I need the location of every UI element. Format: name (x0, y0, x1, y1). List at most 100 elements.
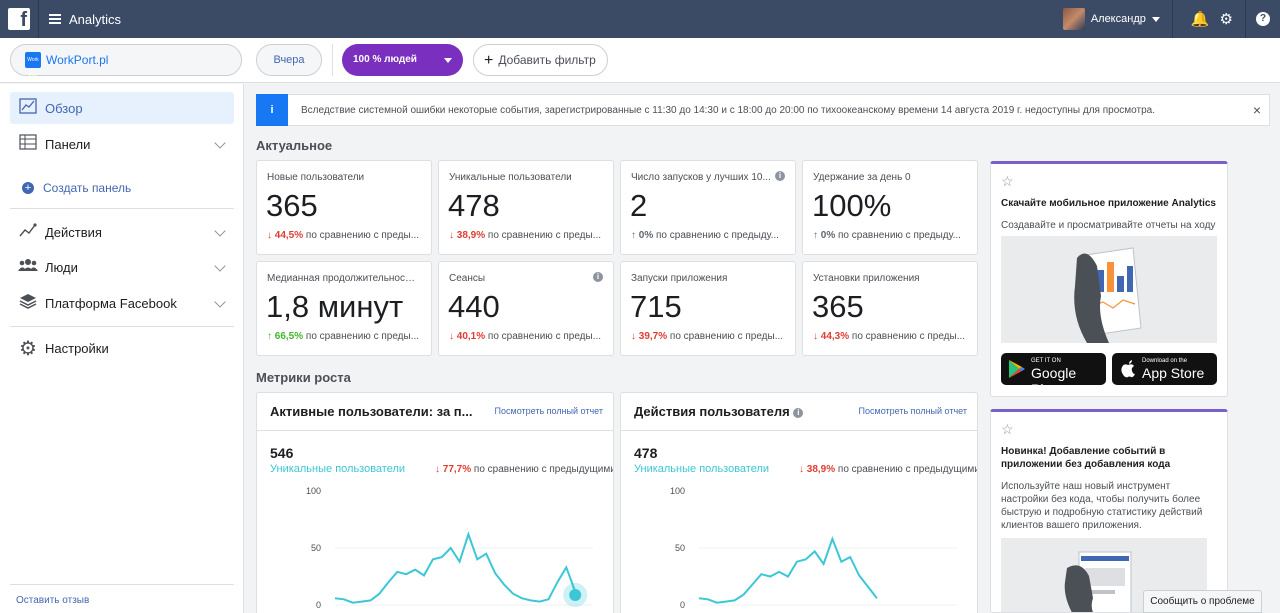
growth-section-title: Метрики роста (256, 370, 351, 385)
metric-card[interactable]: Сеансы i 440 ↓ 40,1% по сравнению с преды..… (438, 261, 614, 356)
metric-card[interactable]: Удержание за день 0 100% ↑ 0% по сравнению… (802, 160, 978, 255)
chart-delta-text: по сравнению с предыдущими (473, 464, 614, 475)
gear-icon[interactable]: ⚙ (1220, 10, 1233, 28)
chart-title: Активные пользователи: за п... (270, 404, 473, 419)
filter-divider (332, 44, 333, 76)
actions-icon (18, 222, 38, 242)
people-icon (18, 258, 38, 276)
sidebar-item-people[interactable]: Люди (10, 251, 234, 283)
gear-icon: ⚙ (19, 337, 37, 360)
avatar[interactable] (1062, 8, 1085, 30)
sidebar-item-actions[interactable]: Действия (10, 216, 234, 248)
metric-delta-value: 66,5% (274, 331, 304, 342)
chart-delta-text: по сравнению с предыдущими (837, 464, 978, 475)
sidebar-item-label: Платформа Facebook (45, 295, 177, 311)
topbar-divider (1171, 0, 1173, 38)
app-store-small: Download on the (1142, 358, 1188, 364)
metric-delta-text: по сравнению с преды... (487, 230, 602, 241)
chart-divider (257, 430, 613, 431)
topbar-divider (38, 0, 39, 38)
bell-icon[interactable]: 🔔 (1191, 10, 1210, 28)
chart-card-active-users: Активные пользователи: за п... Посмотрет… (256, 392, 614, 613)
chevron-down-icon[interactable] (214, 225, 226, 237)
date-range-button[interactable]: Вчера (256, 44, 322, 76)
create-panel-link[interactable]: + Создать панель (22, 181, 131, 195)
view-full-report-link[interactable]: Посмотреть полный отчет (859, 406, 967, 416)
sidebar: Обзор Панели + Создать панель Действия Лю… (0, 84, 244, 613)
topbar-divider (1245, 0, 1246, 38)
info-icon[interactable]: i (793, 408, 804, 418)
metric-value: 1,8 минут (266, 289, 404, 324)
metric-delta-value: 44,3% (820, 331, 850, 342)
help-icon[interactable]: ? (1256, 12, 1270, 26)
app-store-button[interactable]: Download on the App Store (1112, 353, 1217, 385)
sidebar-divider (10, 326, 234, 327)
metric-label: Новые пользователи (267, 172, 365, 183)
layers-icon (18, 293, 38, 313)
line-chart: 100 50 0 (670, 486, 957, 610)
chevron-down-icon[interactable] (214, 137, 226, 149)
metric-card[interactable]: Уникальные пользователи 478 ↓ 38,9% по сра… (438, 160, 614, 255)
star-icon[interactable]: ☆ (1001, 173, 1014, 190)
close-icon[interactable]: × (1253, 102, 1261, 118)
sidebar-divider (10, 208, 234, 209)
app-store-label: App Store (1142, 365, 1205, 381)
promo-card-mobile-app: ☆ Скачайте мобильное приложение Analytic… (990, 161, 1228, 397)
metric-delta: ↑ 0% по сравнению с предыду... (813, 230, 961, 241)
y-tick-label: 0 (680, 600, 685, 610)
metric-delta: ↓ 44,5% по сравнению с преды... (267, 230, 420, 241)
sidebar-item-facebook-platform[interactable]: Платформа Facebook (10, 287, 234, 319)
chart-number: 546 (270, 445, 294, 461)
info-icon[interactable]: i (775, 171, 785, 181)
app-title: Analytics (69, 11, 122, 27)
user-name[interactable]: Александр (1091, 13, 1146, 25)
add-filter-button[interactable]: + Добавить фильтр (473, 44, 608, 76)
y-tick-label: 0 (316, 600, 321, 610)
chart-delta-value: 38,9% (806, 464, 836, 475)
y-tick-label: 50 (311, 543, 321, 553)
metric-delta-value: 44,5% (274, 230, 304, 241)
metric-card[interactable]: Новые пользователи 365 ↓ 44,5% по сравнени… (256, 160, 432, 255)
chevron-down-icon[interactable] (214, 260, 226, 272)
y-tick-label: 100 (670, 486, 685, 496)
promo-title: Скачайте мобильное приложение Analytics (1001, 198, 1216, 209)
sidebar-divider (10, 584, 234, 585)
info-icon[interactable]: i (593, 272, 603, 282)
metric-label: Уникальные пользователи (449, 172, 572, 183)
sidebar-item-overview[interactable]: Обзор (10, 92, 234, 124)
google-play-button[interactable]: GET IT ON Google Play (1001, 353, 1106, 396)
metric-value: 478 (448, 188, 500, 223)
feedback-link[interactable]: Оставить отзыв (16, 595, 89, 606)
menu-icon[interactable] (49, 14, 61, 24)
metric-card[interactable]: Число запусков у лучших 10... i 2 ↑ 0% по с… (620, 160, 796, 255)
facebook-logo[interactable]: f (8, 8, 30, 30)
app-selector[interactable]: Work Port WorkPort.pl (10, 44, 242, 79)
topbar-right: Александр 🔔 ⚙ ? (1062, 0, 1280, 38)
metric-delta-value: 40,1% (456, 331, 486, 342)
metric-delta: ↓ 38,9% по сравнению с преды... (449, 230, 602, 241)
chevron-down-icon[interactable] (214, 296, 226, 308)
sidebar-item-panels[interactable]: Панели (10, 128, 234, 160)
chevron-down-icon[interactable] (1151, 16, 1160, 22)
sidebar-item-settings[interactable]: ⚙ Настройки (10, 332, 234, 364)
data-point[interactable] (569, 589, 582, 601)
metric-card[interactable]: Установки приложения 365 ↓ 44,3% по сравне… (802, 261, 978, 356)
report-problem-button[interactable]: Сообщить о проблеме (1143, 590, 1262, 613)
chart-delta-value: 77,7% (442, 464, 472, 475)
sidebar-item-label: Действия (45, 224, 102, 240)
metric-card[interactable]: Медианная продолжительность... 1,8 минут ↑… (256, 261, 432, 356)
chart-card-user-actions: Действия пользователя i Посмотреть полны… (620, 392, 978, 613)
info-icon: i (256, 93, 288, 126)
top-bar: f Analytics Александр 🔔 ⚙ ? (0, 0, 1280, 38)
metric-delta-text: по сравнению с преды... (305, 230, 420, 241)
chart-title: Действия пользователя i (634, 404, 804, 419)
audience-button[interactable]: 100 % людей (342, 44, 463, 76)
promo-card-codeless-events: ☆ Новинка! Добавление событий в приложен… (990, 409, 1228, 613)
metric-card[interactable]: Запуски приложения 715 ↓ 39,7% по сравнени… (620, 261, 796, 356)
star-icon[interactable]: ☆ (1001, 421, 1014, 438)
metric-label: Запуски приложения (631, 273, 728, 284)
chart-series-label: Уникальные пользователи (634, 463, 770, 475)
metric-delta-value: 39,7% (638, 331, 668, 342)
view-full-report-link[interactable]: Посмотреть полный отчет (495, 406, 603, 416)
metric-delta-value: 0% (638, 230, 654, 241)
